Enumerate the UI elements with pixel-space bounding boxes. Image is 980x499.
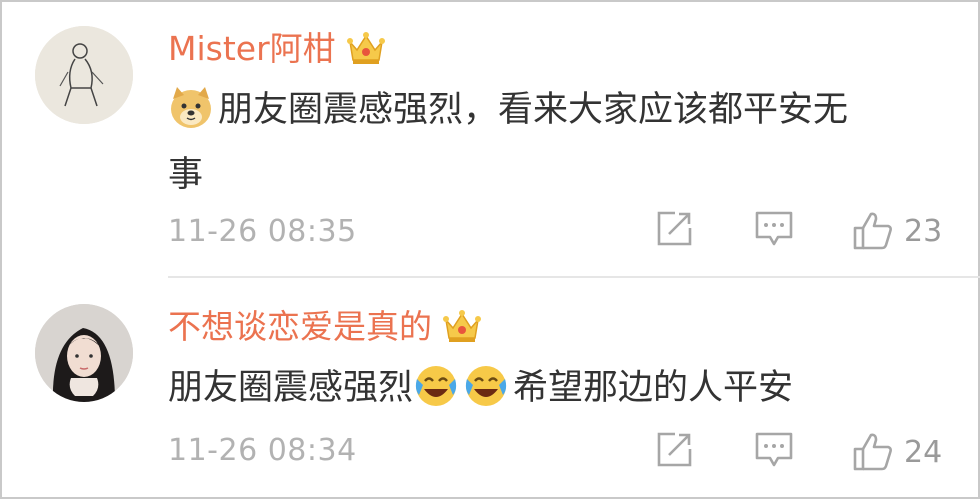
crown-icon (442, 308, 482, 344)
comment-item: Mister阿柑 朋友圈震感强烈，看来大家应该都平安无 事 11-26 08:3… (0, 0, 980, 276)
like-button[interactable]: 24 (852, 431, 942, 473)
comment-icon (755, 432, 793, 467)
comment-text-part1: 朋友圈震感强烈 (168, 368, 414, 408)
laugh-cry-emoji-icon (463, 363, 509, 409)
laugh-cry-emoji-icon (413, 363, 459, 409)
comment-text-line2: 事 (168, 155, 204, 195)
repost-icon (657, 211, 692, 246)
comment-text: 朋友圈震感强烈 希望那边的人平安 (168, 356, 948, 421)
author-name[interactable]: Mister阿柑 (168, 30, 386, 66)
comment-icon (755, 211, 793, 246)
like-button[interactable]: 23 (852, 210, 942, 252)
comment-text: 朋友圈震感强烈，看来大家应该都平安无 事 (168, 78, 948, 208)
comment-button[interactable] (754, 431, 794, 469)
doge-emoji-icon (168, 85, 214, 131)
avatar[interactable] (35, 26, 133, 124)
thumbs-up-icon (853, 433, 892, 471)
thumbs-up-icon (853, 212, 892, 250)
author-name[interactable]: 不想谈恋爱是真的 (168, 308, 482, 344)
comment-timestamp: 11-26 08:35 (168, 214, 357, 249)
comment-item: 不想谈恋爱是真的 朋友圈震感强烈 希望那边的人平安 11-26 08:34 24 (0, 278, 980, 497)
comment-button[interactable] (754, 210, 794, 248)
like-count: 24 (904, 434, 943, 470)
repost-button[interactable] (655, 210, 693, 248)
repost-icon (657, 432, 692, 467)
author-name-text[interactable]: Mister阿柑 (168, 32, 336, 65)
author-name-text[interactable]: 不想谈恋爱是真的 (168, 310, 432, 343)
crown-icon (346, 30, 386, 66)
repost-button[interactable] (655, 431, 693, 469)
avatar[interactable] (35, 304, 133, 402)
comment-text-line1: 朋友圈震感强烈，看来大家应该都平安无 (218, 90, 849, 130)
like-count: 23 (904, 213, 943, 249)
comment-timestamp: 11-26 08:34 (168, 433, 357, 468)
comment-text-part2: 希望那边的人平安 (513, 368, 794, 408)
